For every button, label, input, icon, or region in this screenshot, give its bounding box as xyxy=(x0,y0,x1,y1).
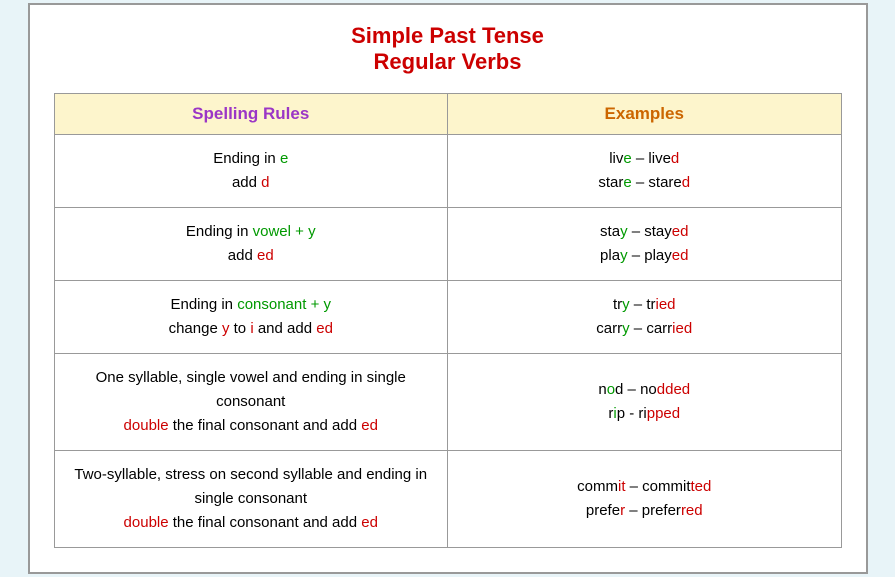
table-row: Ending in eadd dlive – livedstare – star… xyxy=(54,135,841,208)
header-spelling: Spelling Rules xyxy=(54,94,448,135)
title-line2: Regular Verbs xyxy=(54,49,842,75)
spelling-cell: One syllable, single vowel and ending in… xyxy=(54,354,448,451)
examples-cell: try – triedcarry – carried xyxy=(448,281,842,354)
table-row: Ending in vowel + yadd edstay – stayedpl… xyxy=(54,208,841,281)
spelling-cell: Ending in vowel + yadd ed xyxy=(54,208,448,281)
table-row: One syllable, single vowel and ending in… xyxy=(54,354,841,451)
header-examples: Examples xyxy=(448,94,842,135)
examples-cell: commit – committedprefer – preferred xyxy=(448,451,842,548)
spelling-cell: Ending in eadd d xyxy=(54,135,448,208)
table-row: Two-syllable, stress on second syllable … xyxy=(54,451,841,548)
page-title: Simple Past Tense Regular Verbs xyxy=(54,23,842,75)
title-line1: Simple Past Tense xyxy=(54,23,842,49)
examples-cell: nod – noddedrip - ripped xyxy=(448,354,842,451)
table-row: Ending in consonant + ychange y to i and… xyxy=(54,281,841,354)
spelling-cell: Ending in consonant + ychange y to i and… xyxy=(54,281,448,354)
examples-cell: live – livedstare – stared xyxy=(448,135,842,208)
examples-cell: stay – stayedplay – played xyxy=(448,208,842,281)
rules-table: Spelling Rules Examples Ending in eadd d… xyxy=(54,93,842,548)
main-card: Simple Past Tense Regular Verbs Spelling… xyxy=(28,3,868,574)
spelling-cell: Two-syllable, stress on second syllable … xyxy=(54,451,448,548)
